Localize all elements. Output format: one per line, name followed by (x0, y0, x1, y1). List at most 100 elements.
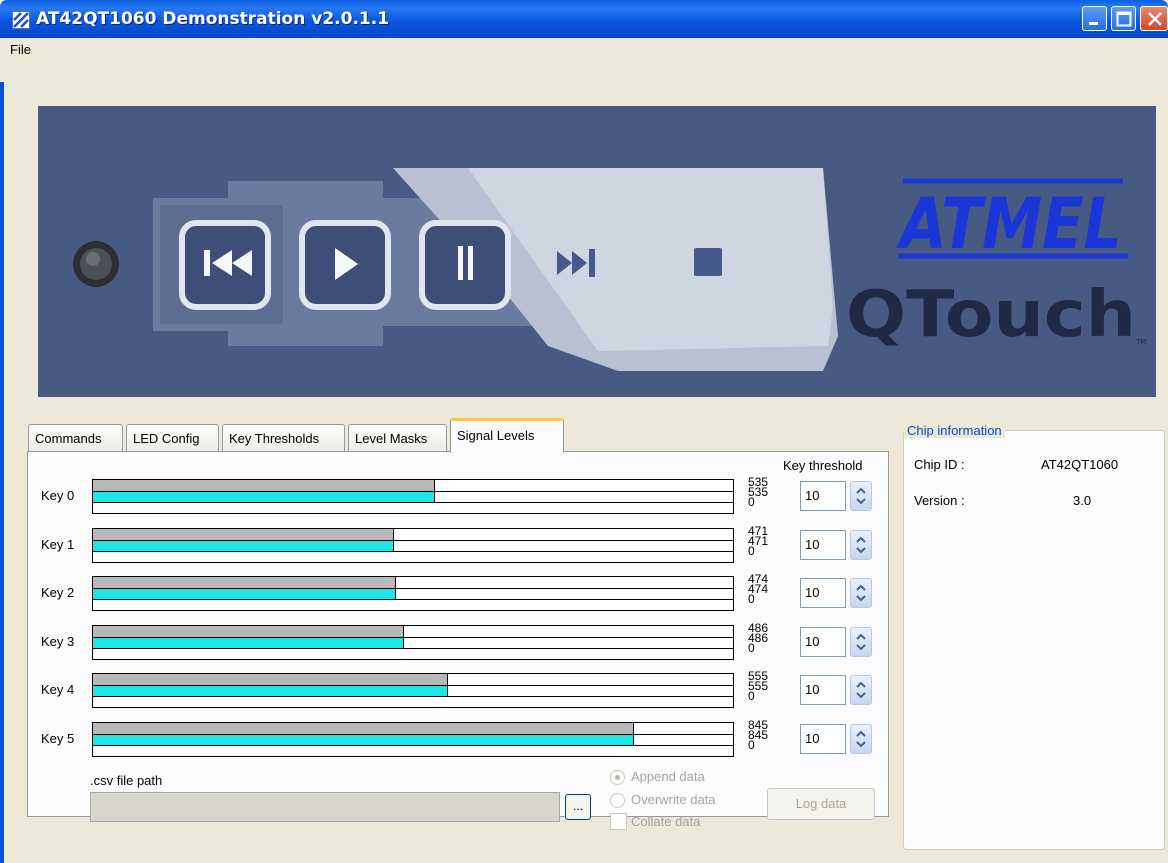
svg-text:QTouch: QTouch (846, 278, 1136, 352)
spin-arrows-icon[interactable] (850, 723, 872, 754)
threshold-input[interactable]: 10 (800, 723, 846, 754)
signal-bar (93, 685, 448, 696)
checkbox-icon (610, 813, 627, 830)
close-button[interactable] (1140, 6, 1168, 31)
bar-divider (93, 685, 733, 686)
title-bar[interactable]: AT42QT1060 Demonstration v2.0.1.1 (0, 0, 1168, 38)
maximize-button[interactable] (1111, 6, 1136, 31)
atmel-logo: ATMEL (896, 178, 1128, 265)
bar-divider (93, 599, 733, 600)
csv-path-label: .csv file path (90, 773, 163, 788)
collate-data-label: Collate data (631, 814, 701, 829)
threshold-spinner[interactable]: 10 (800, 529, 874, 560)
signal-values: 471 471 0 (748, 525, 768, 557)
tab-commands[interactable]: Commands (28, 424, 123, 452)
version-value: 3.0 (1073, 493, 1092, 508)
key-label: Key 1 (41, 536, 75, 552)
window-title: AT42QT1060 Demonstration v2.0.1.1 (36, 9, 390, 29)
qtouch-logo: QTouch TM (846, 278, 1146, 352)
svg-text:ATMEL: ATMEL (896, 183, 1122, 265)
signal-values: 535 535 0 (748, 476, 768, 508)
radio-selected-icon (610, 770, 625, 785)
signal-row-key-4: Key 4 555 555 0 10 (28, 670, 888, 711)
reference-bar (93, 674, 448, 685)
key-threshold-header: Key threshold (783, 458, 863, 473)
threshold-input[interactable]: 10 (800, 578, 846, 608)
menu-file[interactable]: File (10, 42, 31, 57)
threshold-spinner[interactable]: 10 (800, 723, 874, 754)
signal-bar (93, 588, 396, 599)
key-label: Key 3 (41, 633, 75, 649)
spin-arrows-icon[interactable] (850, 578, 872, 608)
threshold-input[interactable]: 10 (800, 626, 846, 657)
qtouch-banner: ATMEL QTouch TM (38, 106, 1156, 397)
bar-divider (93, 588, 733, 589)
signal-row-key-3: Key 3 486 486 0 10 (28, 622, 888, 663)
bar-divider (93, 636, 733, 638)
spin-arrows-icon[interactable] (850, 481, 872, 511)
spin-arrows-icon[interactable] (850, 529, 872, 560)
threshold-spinner[interactable]: 10 (800, 675, 874, 705)
signal-bar-box (92, 721, 734, 757)
reference-bar (93, 722, 634, 734)
key-label: Key 0 (41, 488, 75, 503)
log-data-button[interactable]: Log data (767, 788, 875, 820)
signal-values: 845 845 0 (748, 719, 768, 751)
threshold-spinner[interactable]: 10 (800, 481, 874, 511)
bar-divider (93, 539, 733, 541)
threshold-spinner[interactable]: 10 (800, 578, 874, 608)
stop-icon (694, 248, 722, 276)
knob-icon (73, 241, 119, 287)
chip-id-label: Chip ID : (914, 457, 965, 472)
signal-bar-box (92, 673, 734, 708)
maximize-icon (1116, 11, 1132, 27)
threshold-input[interactable]: 10 (800, 675, 846, 705)
chip-information-group: Chip information Chip ID : AT42QT1060 Ve… (903, 423, 1165, 850)
window-frame-left (0, 38, 4, 863)
bar-divider (93, 550, 733, 552)
threshold-input[interactable]: 10 (800, 481, 846, 511)
tab-led-config[interactable]: LED Config (126, 424, 219, 452)
tab-key-thresholds[interactable]: Key Thresholds (222, 424, 345, 452)
spin-arrows-icon[interactable] (850, 626, 872, 657)
tab-signal-levels[interactable]: Signal Levels (450, 418, 564, 453)
play-icon (299, 220, 391, 310)
signal-bar-box (92, 527, 734, 563)
bar-divider (93, 491, 733, 492)
signal-row-key-1: Key 1 471 471 0 10 (28, 525, 888, 566)
bar-divider (93, 696, 733, 697)
append-data-label: Append data (631, 769, 705, 784)
key-label: Key 4 (41, 682, 75, 697)
reference-bar (93, 528, 394, 540)
signal-values: 555 555 0 (748, 670, 768, 702)
spin-arrows-icon[interactable] (850, 675, 872, 705)
browse-button[interactable]: ... (565, 794, 591, 820)
signal-row-key-5: Key 5 845 845 0 10 (28, 719, 888, 760)
chip-id-value: AT42QT1060 (1041, 457, 1119, 472)
signal-values: 486 486 0 (748, 622, 768, 654)
signal-bar (93, 636, 404, 648)
app-icon[interactable] (12, 11, 30, 29)
bar-divider (93, 502, 733, 503)
signal-levels-panel: Key threshold Key 0 535 535 0 10 Key 1 471 471 0… (27, 451, 889, 830)
minimize-icon (1089, 22, 1098, 25)
bar-divider (93, 647, 733, 649)
threshold-spinner[interactable]: 10 (800, 626, 874, 657)
csv-path-input[interactable] (90, 792, 560, 822)
version-label: Version : (914, 493, 965, 508)
signal-bar (93, 491, 435, 502)
bar-divider (93, 733, 733, 735)
pause-icon (419, 220, 511, 310)
reference-bar (93, 577, 396, 588)
key-label: Key 5 (41, 730, 75, 746)
threshold-input[interactable]: 10 (800, 529, 846, 560)
rewind-icon (179, 220, 271, 310)
signal-row-key-0: Key 0 535 535 0 10 (28, 476, 888, 517)
signal-bar-box (92, 576, 734, 611)
reference-bar (93, 625, 404, 637)
signal-row-key-2: Key 2 474 474 0 10 (28, 573, 888, 614)
close-icon (1148, 12, 1162, 26)
minimize-button[interactable] (1082, 6, 1107, 31)
signal-values: 474 474 0 (748, 573, 768, 605)
tab-level-masks[interactable]: Level Masks (348, 424, 447, 452)
